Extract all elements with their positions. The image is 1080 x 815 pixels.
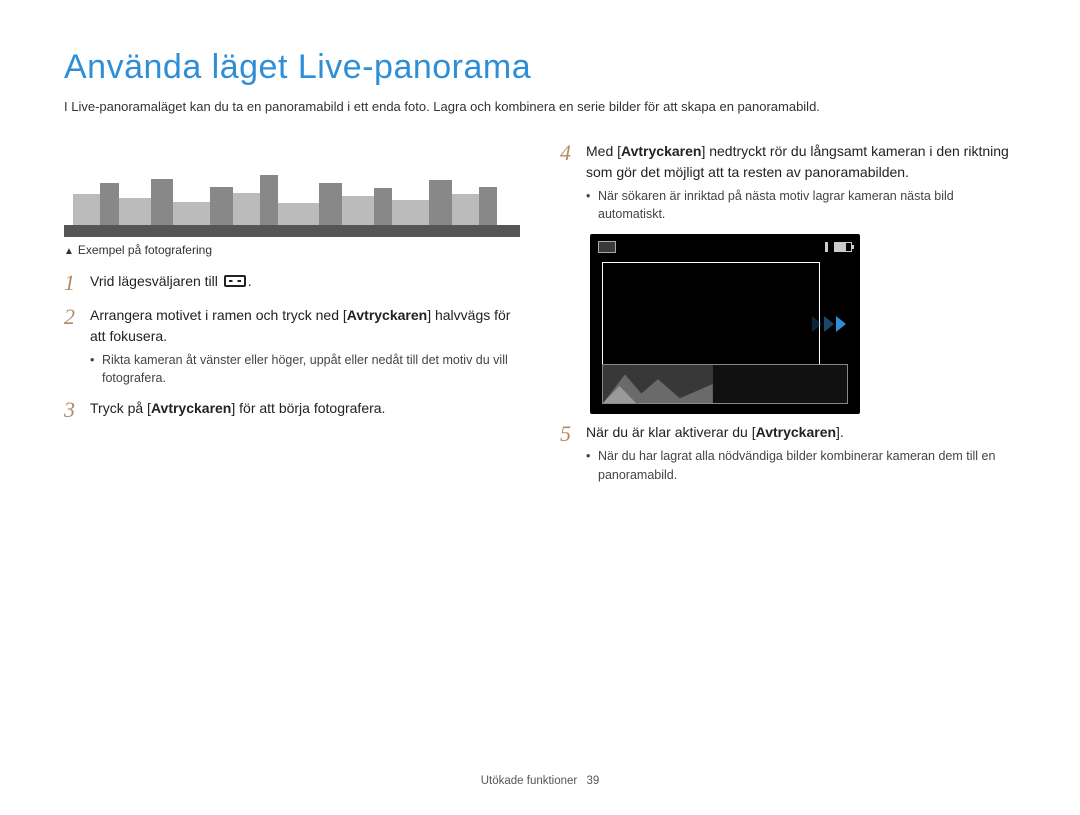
statusbar-left: [598, 241, 616, 253]
step-bullet: När sökaren är inriktad på nästa motiv l…: [586, 187, 1016, 225]
panorama-mode-icon: [224, 275, 246, 287]
statusbar-right: [825, 242, 852, 252]
step-bullet: När du har lagrat alla nödvändiga bilder…: [586, 447, 1016, 485]
step-3: 3 Tryck på [Avtryckaren] för att börja f…: [64, 398, 520, 422]
captured-region: [603, 365, 713, 403]
page-title: Använda läget Live-panorama: [64, 48, 1016, 87]
triangle-up-icon: ▲: [64, 246, 74, 257]
panorama-strip: [602, 364, 848, 404]
step-text: Tryck på [Avtryckaren] för att börja fot…: [90, 398, 385, 419]
step-text: Arrangera motivet i ramen och tryck ned …: [90, 305, 520, 389]
step-5: 5 När du är klar aktiverar du [Avtryckar…: [560, 422, 1016, 485]
direction-arrow-icon: [812, 316, 846, 332]
footer-section: Utökade funktioner: [481, 775, 578, 787]
step-text: Vrid lägesväljaren till .: [90, 271, 252, 292]
step-number: 2: [64, 305, 90, 329]
battery-icon: [834, 242, 852, 252]
step-bullet: Rikta kameran åt vänster eller höger, up…: [90, 351, 520, 389]
step-number: 1: [64, 271, 90, 295]
step-number: 5: [560, 422, 586, 446]
left-column: ▲Exempel på fotografering 1 Vrid lägesvä…: [64, 141, 520, 495]
manual-page: Använda läget Live-panorama I Live-panor…: [0, 0, 1080, 815]
page-footer: Utökade funktioner 39: [0, 775, 1080, 787]
panorama-skyline-image: [64, 149, 520, 237]
step-4: 4 Med [Avtryckaren] nedtryckt rör du lån…: [560, 141, 1016, 225]
step-2: 2 Arrangera motivet i ramen och tryck ne…: [64, 305, 520, 389]
camera-preview: [590, 234, 860, 414]
memory-card-icon: [598, 241, 616, 253]
step-text: När du är klar aktiverar du [Avtryckaren…: [586, 422, 1016, 485]
step-number: 4: [560, 141, 586, 165]
example-caption: ▲Exempel på fotografering: [64, 243, 520, 257]
step-1: 1 Vrid lägesväljaren till .: [64, 271, 520, 295]
preview-statusbar: [598, 240, 852, 254]
page-intro: I Live-panoramaläget kan du ta en panora…: [64, 97, 1016, 117]
right-column: 4 Med [Avtryckaren] nedtryckt rör du lån…: [560, 141, 1016, 495]
footer-page-number: 39: [586, 775, 599, 787]
step-number: 3: [64, 398, 90, 422]
signal-icon: [825, 242, 828, 252]
panorama-example: ▲Exempel på fotografering: [64, 149, 520, 257]
columns: ▲Exempel på fotografering 1 Vrid lägesvä…: [64, 141, 1016, 495]
step-text: Med [Avtryckaren] nedtryckt rör du långs…: [586, 141, 1016, 225]
